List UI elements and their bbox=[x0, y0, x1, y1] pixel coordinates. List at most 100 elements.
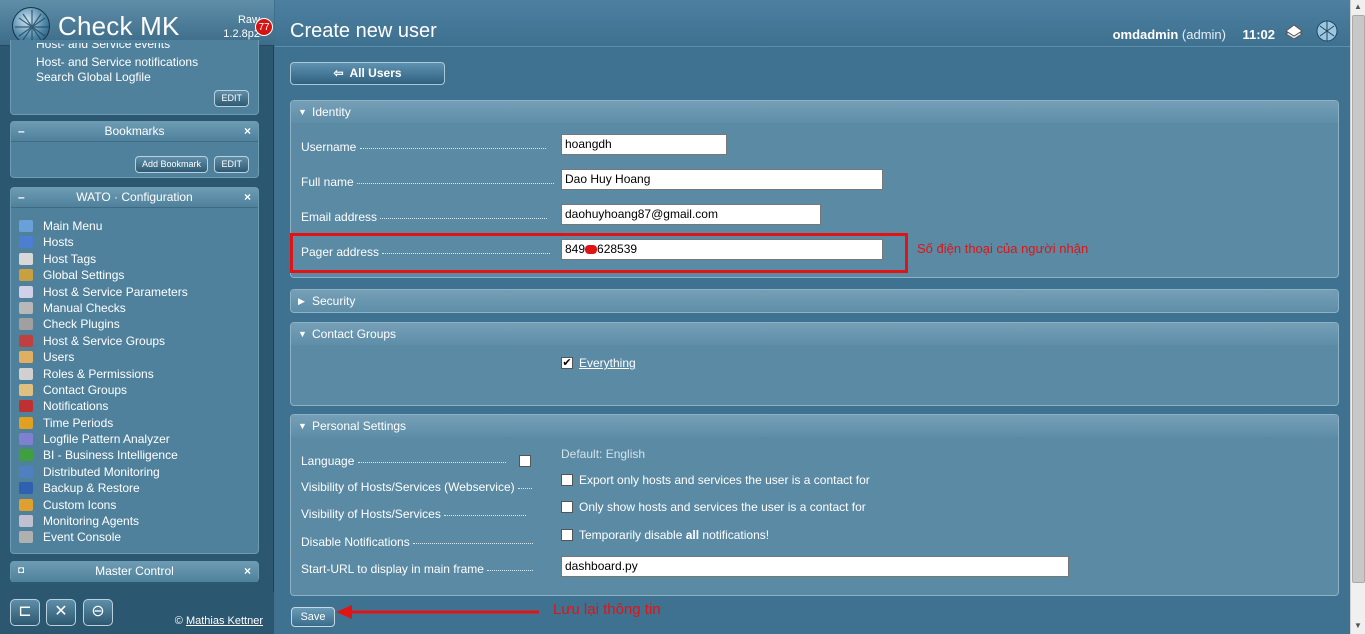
username[interactable]: omdadmin bbox=[1113, 27, 1179, 42]
wato-item-icon bbox=[19, 269, 33, 282]
identity-header[interactable]: ▼ Identity bbox=[291, 101, 1338, 123]
wato-menu-item[interactable]: Host & Service Parameters bbox=[19, 284, 188, 300]
fullname-input[interactable]: Dao Huy Hoang bbox=[561, 169, 883, 190]
wato-item-label: Time Periods bbox=[43, 415, 114, 430]
wato-item-label: Check Plugins bbox=[43, 317, 120, 332]
wato-menu-item[interactable]: Global Settings bbox=[19, 267, 188, 283]
close-icon[interactable]: × bbox=[244, 562, 251, 580]
wato-item-icon bbox=[19, 318, 33, 331]
user-role: (admin) bbox=[1181, 27, 1226, 42]
visibility-ws-label: Visibility of Hosts/Services (Webservice… bbox=[301, 480, 532, 494]
back-arrow-icon: ⇦ bbox=[333, 66, 344, 80]
bookmarks-header[interactable]: – Bookmarks × bbox=[11, 122, 258, 142]
wato-item-label: Logfile Pattern Analyzer bbox=[43, 432, 170, 447]
globe-icon[interactable] bbox=[1316, 20, 1338, 42]
expand-triangle-icon: ▶ bbox=[298, 296, 305, 306]
wato-menu-item[interactable]: Backup & Restore bbox=[19, 480, 188, 496]
master-control-title: Master Control bbox=[95, 564, 174, 578]
personal-settings-header[interactable]: ▼ Personal Settings bbox=[291, 415, 1338, 437]
wato-item-label: Host Tags bbox=[43, 251, 97, 266]
wato-menu-item[interactable]: Main Menu bbox=[19, 218, 188, 234]
master-control-header[interactable]: ◘ Master Control × bbox=[11, 562, 258, 582]
all-users-button[interactable]: ⇦ All Users bbox=[290, 62, 445, 85]
save-button[interactable]: Save bbox=[291, 607, 335, 627]
edit-events-button[interactable]: EDIT bbox=[214, 90, 249, 107]
wato-menu-item[interactable]: Check Plugins bbox=[19, 316, 188, 332]
wato-item-icon bbox=[19, 301, 33, 314]
wato-menu-item[interactable]: BI - Business Intelligence bbox=[19, 447, 188, 463]
scroll-up-icon[interactable]: ▲ bbox=[1354, 2, 1362, 11]
maximize-icon[interactable]: ◘ bbox=[18, 562, 24, 580]
close-icon[interactable]: × bbox=[244, 188, 251, 206]
help-icon[interactable] bbox=[1284, 24, 1304, 40]
tools-icon[interactable]: ✕ bbox=[46, 599, 76, 626]
wato-item-icon bbox=[19, 449, 33, 462]
scrollbar[interactable]: ▲ ▼ bbox=[1350, 0, 1365, 634]
fullname-label: Full name bbox=[301, 175, 555, 189]
wato-menu-item[interactable]: Roles & Permissions bbox=[19, 366, 188, 382]
top-bar: Create new user omdadmin (admin) 11:02 bbox=[275, 0, 1350, 47]
notification-badge[interactable]: 77 bbox=[255, 18, 273, 36]
language-checkbox[interactable] bbox=[519, 455, 531, 467]
visibility-checkbox[interactable] bbox=[561, 501, 573, 513]
wato-title: WATO · Configuration bbox=[76, 190, 193, 204]
wato-item-icon bbox=[19, 433, 33, 446]
wato-menu-item[interactable]: Custom Icons bbox=[19, 497, 188, 513]
wato-item-icon bbox=[19, 482, 33, 495]
personal-settings-section: ▼ Personal Settings Default: English Lan… bbox=[290, 414, 1339, 596]
copyright-symbol: © bbox=[174, 615, 183, 627]
wato-menu-item[interactable]: Manual Checks bbox=[19, 300, 188, 316]
wato-item-icon bbox=[19, 334, 33, 347]
wato-menu-item[interactable]: Logfile Pattern Analyzer bbox=[19, 431, 188, 447]
snapin-link-logfile[interactable]: Search Global Logfile bbox=[11, 70, 151, 85]
add-snapin-icon[interactable]: ⊏ bbox=[10, 599, 40, 626]
contact-groups-header[interactable]: ▼ Contact Groups bbox=[291, 323, 1338, 345]
close-icon[interactable]: × bbox=[244, 122, 251, 140]
pager-annotation: Số điện thoại của người nhận bbox=[917, 241, 1089, 256]
user-info: omdadmin (admin) bbox=[1113, 27, 1226, 42]
everything-link[interactable]: Everything bbox=[579, 356, 636, 370]
wato-menu-item[interactable]: Notifications bbox=[19, 398, 188, 414]
wato-item-label: Global Settings bbox=[43, 268, 125, 283]
wato-menu-item[interactable]: Contact Groups bbox=[19, 382, 188, 398]
disable-notifications-checkbox[interactable] bbox=[561, 529, 573, 541]
sidebar: Check MK Raw 1.2.8p2 77 Host- and Servic… bbox=[0, 0, 274, 634]
personal-settings-title: Personal Settings bbox=[312, 419, 407, 433]
visibility-ws-checkbox[interactable] bbox=[561, 474, 573, 486]
snapin-link-notifications[interactable]: Host- and Service notifications bbox=[11, 55, 198, 70]
visibility-option: Only show hosts and services the user is… bbox=[579, 500, 866, 514]
wato-menu-item[interactable]: Users bbox=[19, 349, 188, 365]
wato-header[interactable]: – WATO · Configuration × bbox=[11, 188, 258, 208]
email-input[interactable]: daohuyhoang87@gmail.com bbox=[561, 204, 821, 225]
wato-item-label: Main Menu bbox=[43, 219, 103, 233]
username-input[interactable]: hoangdh bbox=[561, 134, 727, 155]
wato-menu-item[interactable]: Event Console bbox=[19, 529, 188, 545]
scroll-thumb[interactable] bbox=[1352, 15, 1365, 583]
wato-item-icon bbox=[19, 515, 33, 528]
security-header[interactable]: ▶ Security bbox=[291, 290, 1338, 312]
edit-bookmarks-button[interactable]: EDIT bbox=[214, 156, 249, 173]
logout-icon[interactable]: ⊖ bbox=[83, 599, 113, 626]
wato-item-icon bbox=[19, 400, 33, 413]
wato-menu-item[interactable]: Monitoring Agents bbox=[19, 513, 188, 529]
wato-item-label: Event Console bbox=[43, 530, 122, 545]
snapin-link-cut[interactable]: Host- and Service events bbox=[11, 43, 170, 49]
sidebar-footer: ⊏ ✕ ⊖ © Mathias Kettner bbox=[0, 592, 274, 634]
wato-menu-item[interactable]: Distributed Monitoring bbox=[19, 464, 188, 480]
language-label: Language bbox=[301, 454, 506, 468]
start-url-input[interactable]: dashboard.py bbox=[561, 556, 1069, 577]
wato-menu-item[interactable]: Time Periods bbox=[19, 415, 188, 431]
minimize-icon[interactable]: – bbox=[18, 122, 25, 140]
add-bookmark-button[interactable]: Add Bookmark bbox=[135, 156, 209, 173]
wato-item-icon bbox=[19, 531, 33, 544]
minimize-icon[interactable]: – bbox=[18, 188, 25, 206]
scroll-down-icon[interactable]: ▼ bbox=[1354, 621, 1362, 630]
wato-item-label: Monitoring Agents bbox=[43, 514, 140, 529]
wato-menu-item[interactable]: Hosts bbox=[19, 234, 188, 250]
wato-menu-item[interactable]: Host Tags bbox=[19, 251, 188, 267]
everything-checkbox[interactable]: ✔ bbox=[561, 357, 573, 369]
wato-menu-item[interactable]: Host & Service Groups bbox=[19, 333, 188, 349]
wato-item-icon bbox=[19, 220, 33, 232]
visibility-label: Visibility of Hosts/Services bbox=[301, 507, 527, 521]
copyright-link[interactable]: Mathias Kettner bbox=[186, 615, 263, 627]
